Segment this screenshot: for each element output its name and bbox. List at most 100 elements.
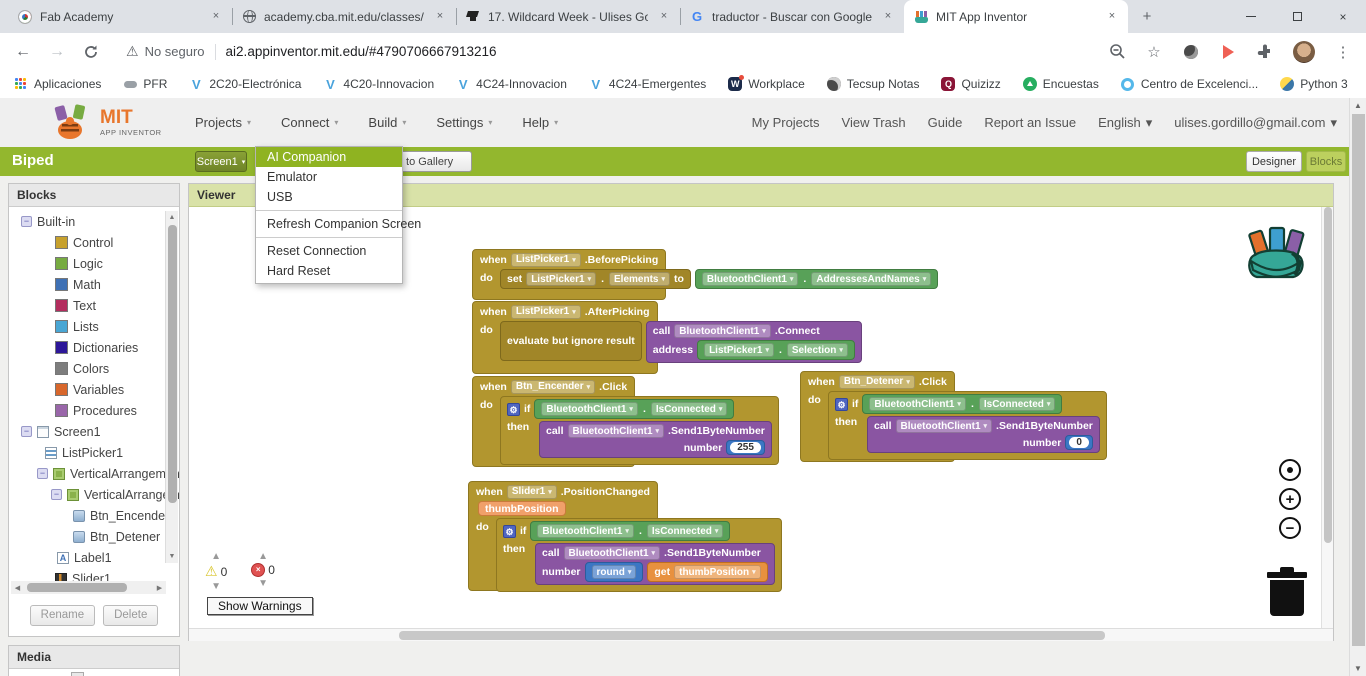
block-btn-encender-click[interactable]: when Btn_Encender ▾ .Click do ⚙ if Bluet… [472, 376, 779, 467]
tree-item-verticalarrangement1[interactable]: − VerticalArrangement1 [9, 463, 179, 484]
property-dropdown[interactable]: IsConnected ▾ [978, 397, 1056, 411]
reload-icon[interactable] [78, 39, 104, 65]
property-dropdown[interactable]: Selection ▾ [786, 343, 848, 357]
language-menu[interactable]: English ▾ [1098, 115, 1152, 131]
error-up-icon[interactable]: ▲ [258, 551, 268, 562]
bookmark-workplace[interactable]: W Workplace [728, 75, 805, 91]
tab-mit-app-inventor[interactable]: MIT App Inventor × [904, 0, 1128, 33]
menu-help[interactable]: Help ▾ [522, 115, 558, 130]
tree-item-listpicker1[interactable]: ListPicker1 [9, 442, 179, 463]
tree-item-btn-detener[interactable]: Btn_Detener [9, 526, 179, 547]
component-dropdown[interactable]: Slider1 ▾ [506, 484, 557, 499]
backpack-icon[interactable] [1245, 223, 1307, 288]
menu-item-usb[interactable]: USB [256, 187, 402, 207]
mutator-gear-icon[interactable]: ⚙ [507, 402, 520, 416]
profile-avatar[interactable] [1293, 40, 1315, 63]
tab-close-icon[interactable]: × [208, 9, 224, 25]
tree-item-math[interactable]: Math [9, 274, 179, 295]
tab-academy-cba[interactable]: academy.cba.mit.edu/classes/w × [232, 0, 456, 33]
scrollbar-thumb[interactable] [1324, 207, 1332, 543]
not-secure-icon[interactable]: ⚠ [126, 43, 139, 60]
zoom-out-canvas-icon[interactable]: − [1279, 517, 1301, 539]
url-text[interactable]: ai2.appinventor.mit.edu/#479070666791321… [226, 44, 497, 59]
minimize-button[interactable] [1228, 0, 1274, 33]
block-number-255[interactable]: 255 [726, 440, 765, 455]
block-if-then[interactable]: ⚙ if BluetoothClient1▾ . IsConnected▾ [828, 391, 1107, 460]
component-dropdown[interactable]: BluetoothClient1 ▾ [563, 546, 661, 560]
component-dropdown[interactable]: ListPicker1 ▾ [510, 304, 581, 319]
bookmark-4c24-emergentes[interactable]: V 4C24-Emergentes [589, 77, 707, 92]
trash-icon[interactable] [1267, 565, 1307, 617]
menu-item-hard-reset[interactable]: Hard Reset [256, 261, 402, 281]
menu-item-ai-companion[interactable]: AI Companion [256, 147, 402, 167]
menu-build[interactable]: Build ▾ [368, 115, 406, 130]
menu-projects[interactable]: Projects ▾ [195, 115, 251, 130]
page-scrollbar[interactable]: ▲ ▼ [1349, 98, 1366, 676]
delete-button[interactable]: Delete [103, 605, 159, 626]
bookmark-aplicaciones[interactable]: Aplicaciones [14, 77, 101, 91]
block-call-send1bytenumber[interactable]: call BluetoothClient1 ▾ .Send1ByteNumber … [535, 543, 775, 585]
component-dropdown[interactable]: ListPicker1 ▾ [510, 252, 581, 267]
extension-circle-icon[interactable] [1182, 43, 1200, 61]
bookmark-2c20-electronica[interactable]: V 2C20-Electrónica [189, 77, 301, 92]
component-dropdown[interactable]: Btn_Detener ▾ [838, 374, 915, 389]
scrollbar-thumb[interactable] [27, 583, 127, 592]
app-inventor-logo[interactable]: MIT APP INVENTOR [52, 104, 162, 140]
tree-item-control[interactable]: Control [9, 232, 179, 253]
scroll-right-icon[interactable]: ▶ [153, 584, 166, 592]
block-btn-detener-click[interactable]: when Btn_Detener ▾ .Click do ⚙ if Blueto… [800, 371, 1107, 462]
account-menu[interactable]: ulises.gordillo@gmail.com ▾ [1174, 115, 1337, 131]
block-get-isconnected[interactable]: BluetoothClient1 ▾ . IsConnected ▾ [534, 399, 735, 419]
link-view-trash[interactable]: View Trash [842, 115, 906, 130]
block-call-connect[interactable]: call BluetoothClient1 ▾ .Connect address … [645, 321, 862, 363]
tree-item-slider1[interactable]: Slider1 [9, 568, 179, 582]
property-dropdown[interactable]: IsConnected ▾ [646, 524, 724, 538]
scrollbar-thumb[interactable] [399, 631, 1105, 640]
component-dropdown[interactable]: BluetoothClient1 ▾ [674, 324, 771, 338]
block-if-then[interactable]: ⚙ if BluetoothClient1▾ . IsConnected▾ [496, 518, 782, 592]
menu-settings[interactable]: Settings ▾ [436, 115, 492, 130]
menu-item-reset-connection[interactable]: Reset Connection [256, 241, 402, 261]
tree-item-dictionaries[interactable]: Dictionaries [9, 337, 179, 358]
bookmark-pfr[interactable]: PFR [123, 77, 167, 91]
bookmark-encuestas[interactable]: Encuestas [1022, 77, 1099, 91]
tree-item-lists[interactable]: Lists [9, 316, 179, 337]
extension-arrow-icon[interactable] [1219, 43, 1237, 61]
tree-item-label1[interactable]: A Label1 [9, 547, 179, 568]
tree-item-colors[interactable]: Colors [9, 358, 179, 379]
collapse-icon[interactable]: − [21, 216, 32, 227]
mutator-gear-icon[interactable]: ⚙ [835, 397, 848, 411]
viewer-vertical-scrollbar[interactable] [1321, 207, 1333, 628]
tree-item-screen1[interactable]: − Screen1 [9, 421, 179, 442]
tree-vertical-scrollbar[interactable]: ▲ ▼ [165, 211, 178, 563]
mutator-gear-icon[interactable]: ⚙ [503, 524, 516, 538]
tree-item-btn-encender[interactable]: Btn_Encender [9, 505, 179, 526]
link-guide[interactable]: Guide [928, 115, 963, 130]
browser-menu-icon[interactable]: ⋮ [1334, 43, 1352, 61]
tree-item-text[interactable]: Text [9, 295, 179, 316]
link-my-projects[interactable]: My Projects [752, 115, 820, 130]
component-dropdown[interactable]: ListPicker1 ▾ [526, 272, 597, 286]
block-listpicker-afterpicking[interactable]: when ListPicker1 ▾ .AfterPicking do evalu… [472, 301, 862, 374]
bookmark-star-icon[interactable]: ☆ [1145, 43, 1163, 61]
tree-item-verticalarrangement2[interactable]: − VerticalArrangeme [9, 484, 179, 505]
collapse-icon[interactable]: − [51, 489, 62, 500]
tree-item-logic[interactable]: Logic [9, 253, 179, 274]
component-dropdown[interactable]: BluetoothClient1 ▾ [869, 397, 966, 411]
link-report-issue[interactable]: Report an Issue [984, 115, 1076, 130]
component-dropdown[interactable]: BluetoothClient1 ▾ [895, 419, 993, 433]
scroll-left-icon[interactable]: ◀ [11, 584, 24, 592]
block-set-elements[interactable]: set ListPicker1 ▾ . Elements ▾ to [500, 269, 691, 289]
component-dropdown[interactable]: Btn_Encender ▾ [510, 379, 596, 394]
component-dropdown[interactable]: BluetoothClient1 ▾ [567, 424, 665, 438]
property-dropdown[interactable]: IsConnected ▾ [650, 402, 728, 416]
designer-toggle-button[interactable]: Designer [1246, 151, 1302, 172]
tree-item-procedures[interactable]: Procedures [9, 400, 179, 421]
component-dropdown[interactable]: BluetoothClient1 ▾ [701, 272, 799, 286]
tab-close-icon[interactable]: × [656, 9, 672, 25]
zoom-out-icon[interactable] [1108, 43, 1126, 61]
param-thumbposition[interactable]: thumbPosition [478, 501, 566, 516]
back-icon[interactable]: ← [10, 39, 36, 65]
component-dropdown[interactable]: ListPicker1 ▾ [704, 343, 774, 357]
scrollbar-thumb[interactable] [168, 225, 177, 503]
